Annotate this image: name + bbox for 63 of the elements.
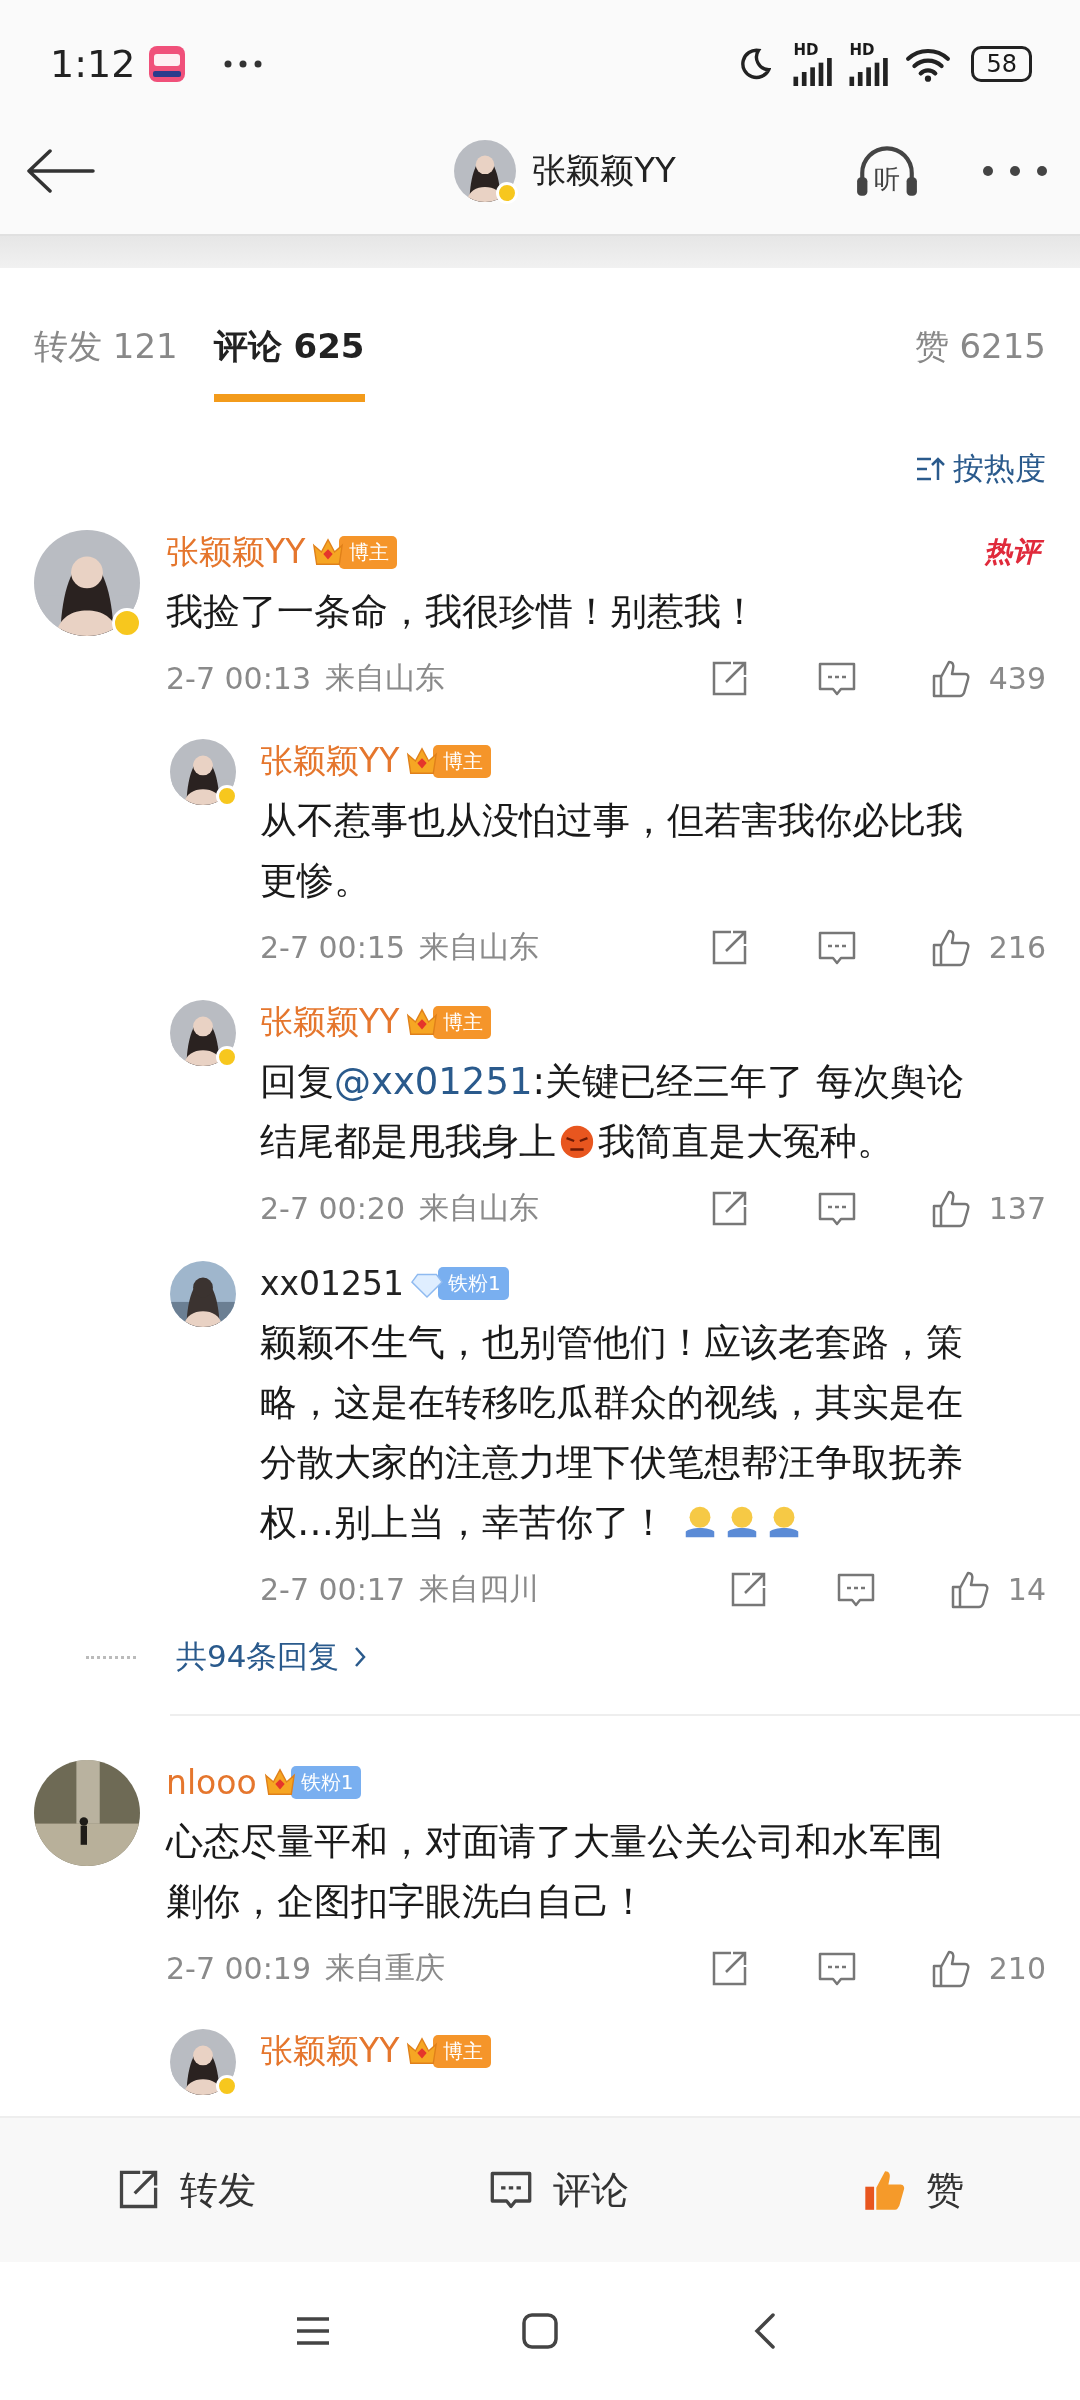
action-button[interactable]: 转发 bbox=[110, 2163, 263, 2217]
page-title: 张颖颖YY bbox=[532, 149, 676, 192]
like-icon[interactable] bbox=[949, 1569, 990, 1610]
crown-icon bbox=[311, 536, 346, 568]
sort-button[interactable]: 按热度 bbox=[915, 448, 1046, 490]
app-icon bbox=[149, 46, 186, 82]
likes-tab[interactable]: 赞 6215 bbox=[914, 324, 1046, 402]
like-count: 137 bbox=[988, 1191, 1046, 1226]
user-badge: 博主 bbox=[339, 535, 398, 569]
verified-badge bbox=[496, 182, 519, 204]
home-icon[interactable] bbox=[520, 2311, 560, 2351]
user-badge: 博主 bbox=[433, 744, 492, 778]
action-button[interactable]: 赞 bbox=[855, 2163, 970, 2217]
like-count: 14 bbox=[1007, 1572, 1046, 1607]
comment-location: 来自山东 bbox=[419, 928, 539, 966]
crown-icon bbox=[405, 1006, 440, 1038]
comment-text: 从不惹事也从没怕过事，但若害我你必比我更惨。 bbox=[260, 798, 964, 904]
comment-location: 来自四川 bbox=[419, 1570, 539, 1608]
dotted-line bbox=[86, 1655, 136, 1659]
chevron-icon bbox=[353, 1645, 368, 1669]
sort-icon bbox=[915, 456, 945, 482]
comment-time: 2-7 00:20 bbox=[260, 1191, 405, 1226]
hot-comment-tag: 热评 bbox=[982, 532, 1046, 572]
battery-indicator: 58 bbox=[971, 46, 1032, 82]
comment-time: 2-7 00:15 bbox=[260, 930, 405, 965]
crown-icon bbox=[262, 1766, 297, 1798]
user-badge: 铁粉1 bbox=[438, 1266, 509, 1300]
like-icon[interactable] bbox=[930, 1948, 971, 1989]
like-icon[interactable] bbox=[930, 1188, 971, 1229]
crown-icon bbox=[405, 745, 440, 777]
user-badge: 博主 bbox=[433, 2034, 492, 2068]
more-replies-link[interactable]: 共94条回复 bbox=[176, 1636, 340, 1678]
crown-icon bbox=[405, 2035, 440, 2067]
network-label: HD bbox=[849, 42, 875, 58]
tab[interactable]: 转发 121 bbox=[34, 324, 178, 402]
like-icon[interactable] bbox=[930, 927, 971, 968]
action-button[interactable]: 评论 bbox=[483, 2163, 635, 2217]
mention-link[interactable]: @xx01251 bbox=[334, 1060, 533, 1103]
comment-text: 心态尽量平和，对面请了大量公关公司和水军围剿你，企图扣字眼洗白自己！ bbox=[166, 1819, 944, 1925]
comment-location: 来自山东 bbox=[325, 659, 445, 697]
status-time: 1:12 bbox=[50, 42, 136, 86]
like-count: 216 bbox=[988, 930, 1046, 965]
comment-time: 2-7 00:13 bbox=[166, 661, 311, 696]
comment-time: 2-7 00:17 bbox=[260, 1572, 405, 1607]
network-label: HD bbox=[793, 42, 819, 58]
wifi-icon bbox=[905, 46, 952, 82]
user-name[interactable]: xx01251 bbox=[260, 1263, 405, 1303]
like-count: 439 bbox=[988, 661, 1046, 696]
more-icon[interactable] bbox=[980, 165, 1050, 177]
more-icon bbox=[223, 59, 264, 69]
like-icon[interactable] bbox=[930, 658, 971, 699]
comment-time: 2-7 00:19 bbox=[166, 1951, 311, 1986]
comment-text: 我捡了一条命，我很珍惜！别惹我！ bbox=[166, 589, 759, 635]
tab[interactable]: 评论 625 bbox=[213, 324, 365, 402]
listen-button[interactable]: 听 bbox=[854, 142, 920, 200]
comment-text: 回复@xx01251:关键已经三年了 每次舆论结尾都是甩我身上 我简直是大冤种。 bbox=[260, 1059, 965, 1165]
comment-location: 来自山东 bbox=[419, 1189, 539, 1227]
comment-location: 来自重庆 bbox=[325, 1949, 445, 1987]
user-badge: 博主 bbox=[433, 1005, 492, 1039]
like-count: 210 bbox=[988, 1951, 1046, 1986]
comment-text: 颖颖不生气，也别管他们！应该老套路，策略，这是在转移吃瓜群众的视线，其实是在分散大家的注意力埋下伏笔想帮汪争取抚养权…别上当，幸苦你了！ bbox=[260, 1320, 964, 1546]
back-icon[interactable] bbox=[26, 149, 96, 193]
user-badge: 铁粉1 bbox=[290, 1765, 362, 1799]
